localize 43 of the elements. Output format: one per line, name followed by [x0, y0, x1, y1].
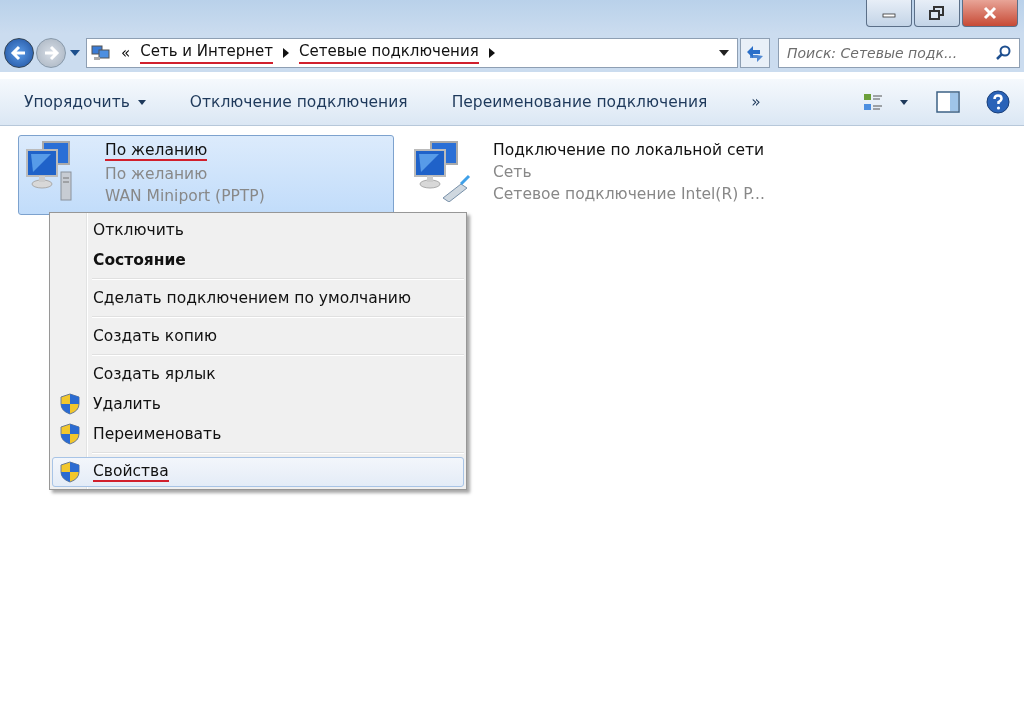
connection-tile[interactable]: По желанию По желанию WAN Miniport (PPTP) — [18, 135, 394, 215]
connection-tile[interactable]: Подключение по локальной сети Сеть Сетевое подключение Intel(R) P... — [406, 135, 782, 215]
dropdown-arrow-icon[interactable] — [719, 50, 729, 56]
menu-item[interactable]: Переименовать — [52, 419, 464, 449]
restore-button[interactable] — [914, 0, 960, 27]
address-bar[interactable]: « Сеть и Интернет Сетевые подключения — [86, 38, 738, 68]
refresh-button[interactable] — [740, 38, 770, 68]
connection-device: WAN Miniport (PPTP) — [105, 187, 265, 205]
network-folder-icon — [91, 44, 111, 62]
connection-status: Сеть — [493, 163, 533, 181]
menu-item[interactable]: Свойства — [52, 457, 464, 487]
toolbar-button[interactable]: Упорядочить — [14, 89, 156, 115]
more-button[interactable]: » — [741, 89, 771, 115]
back-button[interactable] — [4, 38, 34, 68]
menu-item[interactable]: Сделать подключением по умолчанию — [52, 283, 464, 313]
connection-name: Подключение по локальной сети — [493, 141, 765, 159]
breadcrumb-arrow-icon[interactable] — [488, 48, 495, 58]
breadcrumb-item[interactable]: Сеть и Интернет — [140, 42, 274, 64]
menu-item[interactable]: Создать копию — [52, 321, 464, 351]
minimize-button[interactable] — [866, 0, 912, 27]
breadcrumb-arrow-icon[interactable] — [283, 48, 290, 58]
search-icon — [996, 45, 1012, 61]
restore-icon — [929, 6, 945, 20]
menu-item[interactable]: Отключить — [52, 215, 464, 245]
history-dropdown-icon[interactable] — [70, 49, 80, 57]
help-icon[interactable] — [986, 90, 1010, 114]
menu-item[interactable]: Создать ярлык — [52, 359, 464, 389]
close-icon — [982, 6, 998, 20]
menu-item[interactable]: Удалить — [52, 389, 464, 419]
connection-name: По желанию — [105, 141, 208, 161]
connection-device: Сетевое подключение Intel(R) P... — [493, 185, 765, 203]
preview-pane-icon[interactable] — [936, 91, 960, 113]
close-button[interactable] — [962, 0, 1018, 27]
caret-icon — [137, 99, 146, 105]
breadcrumb-item[interactable]: Сетевые подключения — [299, 42, 479, 64]
toolbar-button[interactable]: Отключение подключения — [179, 89, 418, 115]
view-options-icon[interactable] — [862, 91, 910, 113]
refresh-arrows-icon — [745, 44, 765, 62]
menu-item[interactable]: Состояние — [52, 245, 464, 275]
connection-status: По желанию — [105, 165, 209, 183]
breadcrumb-overflow[interactable]: « — [121, 44, 131, 62]
search-field[interactable]: Поиск: Сетевые подк... — [778, 38, 1020, 68]
toolbar-button[interactable]: Переименование подключения — [441, 89, 718, 115]
